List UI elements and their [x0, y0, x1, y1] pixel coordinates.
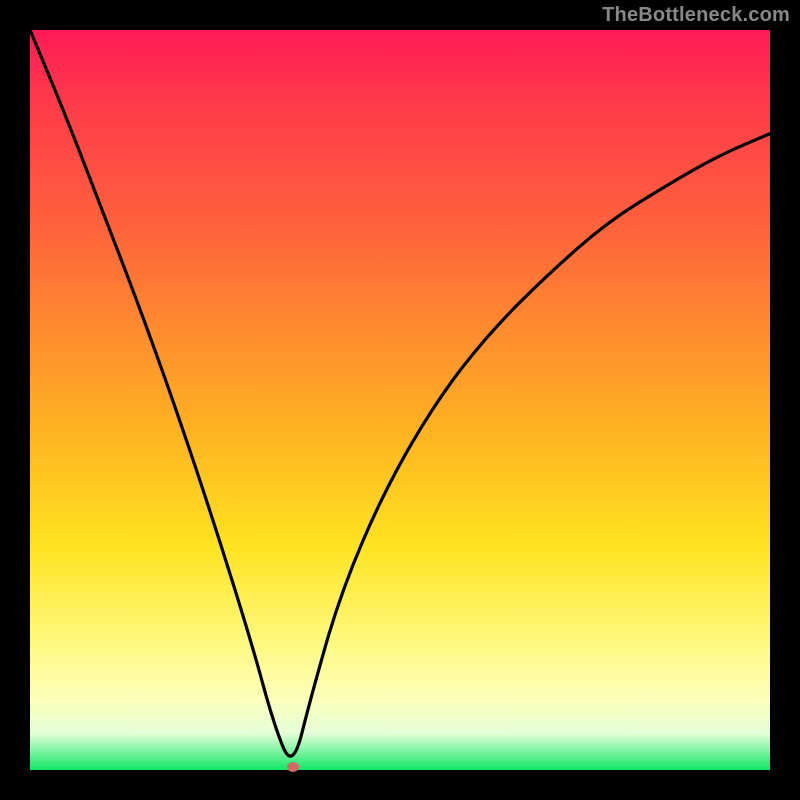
bottleneck-curve: [30, 30, 770, 770]
watermark-text: TheBottleneck.com: [602, 4, 790, 27]
minimum-marker: [287, 762, 299, 772]
chart-frame: TheBottleneck.com: [0, 0, 800, 800]
plot-area: [30, 30, 770, 770]
